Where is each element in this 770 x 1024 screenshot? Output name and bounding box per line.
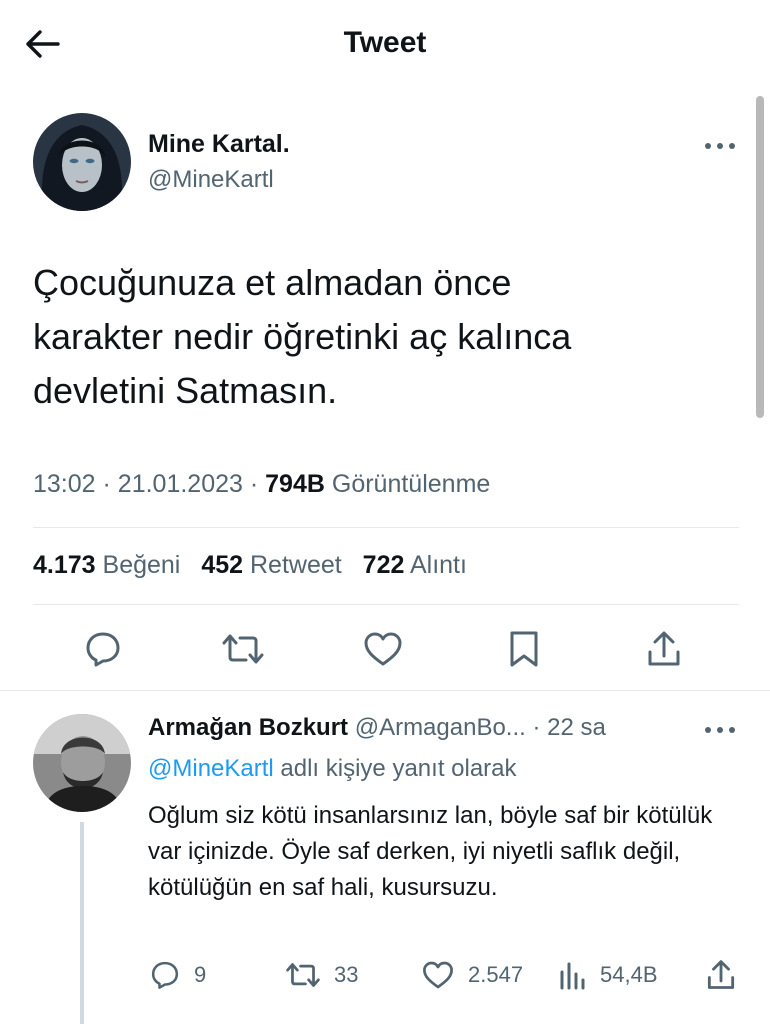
tweet-meta: 13:02 · 21.01.2023 · 794B Görüntülenme	[33, 470, 490, 499]
comment-icon	[86, 632, 120, 667]
replying-to-label: adlı kişiye yanıt olarak	[280, 755, 517, 782]
reply-text: Oğlum siz kötü insanlarsınız lan, böyle …	[148, 802, 713, 901]
reply-retweet-button[interactable]: 33	[286, 958, 358, 992]
reply-button[interactable]	[82, 628, 124, 670]
comment-icon	[151, 961, 179, 989]
more-horizontal-icon	[705, 143, 735, 149]
avatar[interactable]	[33, 113, 131, 211]
page-title: Tweet	[343, 26, 427, 59]
quotes-stat[interactable]: 722 Alıntı	[363, 551, 467, 579]
more-horizontal-icon	[705, 727, 735, 733]
tweet-time[interactable]: 13:02	[33, 470, 96, 498]
tweet-text-line: Çocuğunuza et almadan önce	[33, 262, 512, 303]
reply-avatar[interactable]	[33, 714, 131, 812]
reply-author-handle[interactable]: @ArmaganBo...	[355, 714, 526, 741]
reply-share-button[interactable]	[706, 958, 750, 992]
reply-comment-count: 9	[194, 962, 207, 987]
mention-link[interactable]: @MineKartl	[148, 755, 274, 782]
author-handle[interactable]: @MineKartl	[148, 166, 274, 194]
reply-more-button[interactable]	[700, 722, 740, 738]
retweets-count: 452	[201, 551, 244, 579]
analytics-icon	[560, 962, 585, 990]
likes-stat[interactable]: 4.173 Beğeni	[33, 551, 180, 579]
tweet-text: Çocuğunuza et almadan önce karakter nedi…	[33, 256, 733, 418]
quotes-label: Alıntı	[409, 551, 467, 579]
bookmark-button[interactable]	[503, 628, 545, 670]
retweet-button[interactable]	[222, 628, 264, 670]
heart-icon	[364, 632, 402, 666]
bookmark-icon	[510, 631, 538, 667]
tweet-text-line: karakter nedir öğretinki aç kalınca	[33, 316, 572, 357]
quotes-count: 722	[362, 551, 405, 579]
likes-count: 4.173	[33, 551, 96, 579]
more-button[interactable]	[700, 138, 740, 154]
reply-like-count: 2.547	[468, 962, 524, 987]
separator: ·	[102, 470, 111, 498]
like-button[interactable]	[362, 628, 404, 670]
divider	[0, 690, 770, 691]
reply-author-name[interactable]: Armağan Bozkurt	[148, 714, 348, 741]
retweets-stat[interactable]: 452 Retweet	[201, 551, 341, 579]
share-icon	[648, 631, 680, 666]
tweet-stats: 4.173 Beğeni 452 Retweet 722 Alıntı	[33, 551, 467, 580]
reply-views-button[interactable]: 54,4B	[558, 958, 658, 992]
view-count: 794B	[265, 470, 325, 498]
reply-retweet-count: 33	[334, 962, 359, 987]
reply-header: Armağan Bozkurt @ArmaganBo... · 22 sa	[148, 714, 606, 742]
reply-comment-button[interactable]: 9	[150, 958, 206, 992]
reply-like-button[interactable]: 2.547	[422, 958, 523, 992]
separator: ·	[249, 470, 259, 498]
top-bar: Tweet	[0, 0, 770, 88]
share-icon	[707, 960, 735, 989]
author-name[interactable]: Mine Kartal.	[148, 130, 290, 159]
view-label: Görüntülenme	[331, 470, 491, 498]
tweet-text-line: devletini Satmasın.	[33, 370, 338, 411]
likes-label: Beğeni	[102, 551, 181, 579]
tweet-date[interactable]: 21.01.2023	[118, 470, 243, 498]
replying-to: @MineKartl adlı kişiye yanıt olarak	[148, 755, 517, 783]
divider	[33, 527, 739, 528]
divider	[33, 604, 739, 605]
reply-time[interactable]: 22 sa	[547, 714, 606, 741]
retweet-icon	[222, 634, 264, 664]
retweet-icon	[286, 963, 320, 987]
heart-icon	[423, 961, 453, 989]
reply-view-count: 54,4B	[600, 962, 658, 987]
thread-line	[80, 822, 84, 1024]
separator: ·	[532, 714, 541, 741]
retweets-label: Retweet	[250, 551, 342, 579]
scrollbar[interactable]	[756, 96, 764, 418]
share-button[interactable]	[643, 628, 685, 670]
